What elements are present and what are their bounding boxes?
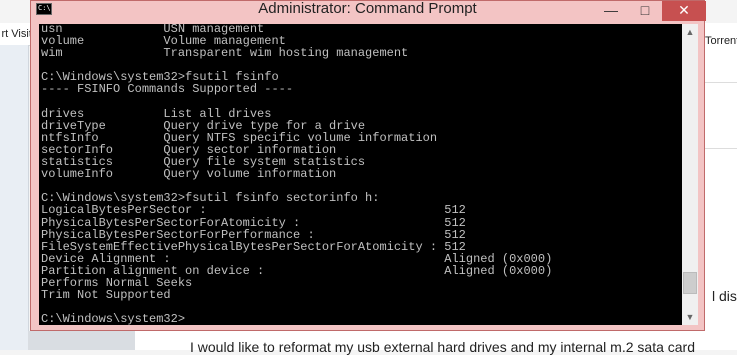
console-line: C:\Windows\system32>: [41, 312, 186, 325]
close-icon: ✕: [678, 2, 690, 18]
console-line: volumeInfo Query volume information: [41, 167, 337, 182]
browser-tab-right-label: Torrent: [705, 35, 737, 47]
minimize-icon: —: [604, 2, 618, 18]
command-prompt-window[interactable]: C:\ Administrator: Command Prompt — □ ✕ …: [30, 0, 706, 331]
maximize-button[interactable]: □: [628, 1, 662, 21]
divider: [705, 148, 737, 149]
browser-left-panel: [0, 45, 29, 350]
browser-tab-right[interactable]: Torrent: [705, 30, 737, 52]
scroll-up-icon[interactable]: ▲: [682, 24, 698, 40]
browser-page-text: I would like to reformat my usb external…: [190, 339, 695, 355]
browser-sidebar-bottom: [28, 331, 135, 350]
close-button[interactable]: ✕: [662, 1, 706, 21]
scroll-down-icon[interactable]: ▼: [682, 309, 698, 325]
divider: [705, 82, 737, 83]
console-text: usn USN management volume Volume managem…: [39, 24, 682, 325]
vertical-scrollbar[interactable]: ▲ ▼: [682, 24, 698, 325]
console-line: ---- FSINFO Commands Supported ----: [41, 82, 294, 97]
minimize-button[interactable]: —: [594, 1, 628, 21]
browser-page-text-right: l disk: [712, 288, 737, 304]
scroll-thumb[interactable]: [683, 272, 697, 294]
title-bar[interactable]: C:\ Administrator: Command Prompt — □ ✕: [31, 0, 706, 21]
maximize-icon: □: [640, 2, 650, 18]
console-line: Trim Not Supported: [41, 288, 171, 303]
console-line: wim Transparent wim hosting management: [41, 46, 409, 61]
console-output[interactable]: usn USN management volume Volume managem…: [39, 24, 682, 325]
